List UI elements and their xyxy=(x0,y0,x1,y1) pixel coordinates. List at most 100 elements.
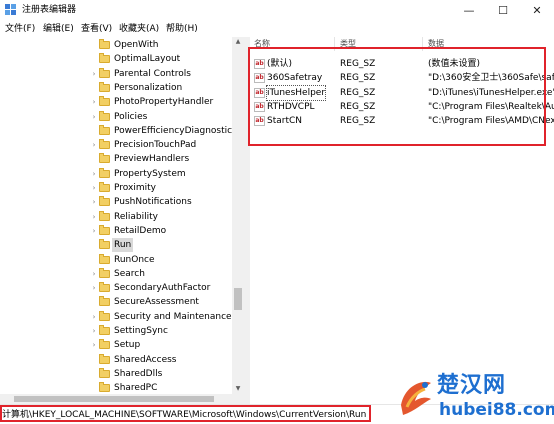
tree-item-label: RunOnce xyxy=(114,254,155,265)
registry-editor-icon xyxy=(5,4,16,15)
site-watermark: 楚汉网 hubei88.com xyxy=(395,373,554,424)
expand-chevron-icon[interactable]: › xyxy=(90,97,98,107)
tree-item-label: SettingSync xyxy=(114,326,168,336)
tree-item[interactable]: › Reliability xyxy=(0,210,232,224)
menu-edit[interactable]: 编辑(E) xyxy=(43,23,74,35)
value-data: "D:\iTunes\iTunesHelper.exe" xyxy=(428,87,554,98)
tree-item[interactable]: SecureAssessment xyxy=(0,295,232,309)
tree-item-label: Search xyxy=(114,268,145,279)
tree-item[interactable]: RunOnce xyxy=(0,253,232,267)
value-name: StartCN xyxy=(267,116,303,127)
tree-item-label: Parental Controls xyxy=(114,68,191,79)
expand-chevron-icon[interactable]: › xyxy=(90,283,98,293)
tree-vertical-scrollbar[interactable]: ▲ ▼ xyxy=(232,37,244,394)
tree-item[interactable]: › Proximity xyxy=(0,181,232,195)
menu-file[interactable]: 文件(F) xyxy=(5,23,35,35)
tree-item[interactable]: SharedAccess xyxy=(0,353,232,367)
column-header-type[interactable]: 类型 xyxy=(340,37,356,51)
expand-chevron-icon[interactable]: › xyxy=(90,326,98,336)
tree-scroll-thumb[interactable] xyxy=(234,288,242,310)
value-name: RTHDVCPL xyxy=(267,101,315,112)
value-name: 360Safetray xyxy=(267,73,323,84)
string-value-icon: ab xyxy=(254,116,265,127)
tree-item[interactable]: › RetailDemo xyxy=(0,224,232,238)
tree-item[interactable]: › Setup xyxy=(0,338,232,352)
tree-item-label: PushNotifications xyxy=(114,197,192,208)
tree-item-label: RetailDemo xyxy=(114,225,167,236)
minimize-button[interactable]: — xyxy=(452,0,486,21)
tree-item-label: Setup xyxy=(114,340,141,351)
column-header-name[interactable]: 名称 xyxy=(254,37,270,51)
value-row[interactable]: ab iTunesHelper REG_SZ "D:\iTunes\iTunesHel… xyxy=(250,84,554,101)
expand-chevron-icon[interactable]: › xyxy=(90,226,98,236)
tree-item[interactable]: OptimalLayout xyxy=(0,52,232,66)
tree-item[interactable]: › SecondaryAuthFactor xyxy=(0,281,232,295)
expand-chevron-icon[interactable]: › xyxy=(90,169,98,179)
tree-item-label: Security and Maintenance xyxy=(114,311,232,322)
column-divider[interactable] xyxy=(334,37,335,51)
expand-chevron-icon[interactable]: › xyxy=(90,112,98,122)
value-row[interactable]: ab (默认) REG_SZ (数值未设置) xyxy=(250,57,554,71)
tree-item[interactable]: › Search xyxy=(0,267,232,281)
tree-item[interactable]: PowerEfficiencyDiagnostics xyxy=(0,124,237,138)
value-row[interactable]: ab 360Safetray REG_SZ "D:\360安全卫士\360Safe\s… xyxy=(250,71,554,85)
tree-item[interactable]: OpenWith xyxy=(0,38,232,52)
tree-item[interactable]: Run xyxy=(0,238,232,253)
tree-item-label: PowerEfficiencyDiagnostics xyxy=(114,125,237,136)
expand-chevron-icon[interactable]: › xyxy=(90,340,98,350)
expand-chevron-icon[interactable]: › xyxy=(90,140,98,150)
folder-icon xyxy=(99,325,110,335)
horizontal-scroll-thumb[interactable] xyxy=(14,396,214,402)
watermark-domain: hubei88.com xyxy=(439,400,554,420)
folder-icon xyxy=(99,39,110,49)
value-data: "C:\Program Files\Realtek\Aud xyxy=(428,101,554,112)
tree-horizontal-scrollbar[interactable] xyxy=(0,394,244,404)
folder-icon xyxy=(99,110,110,121)
tree-item-label: SharedPC xyxy=(114,383,158,394)
tree-item-label: Proximity xyxy=(114,183,156,193)
registry-key-tree[interactable]: OpenWith OptimalLayout › Parental Controls P… xyxy=(0,37,244,394)
expand-chevron-icon[interactable]: › xyxy=(90,269,98,279)
expand-chevron-icon[interactable]: › xyxy=(90,197,98,207)
tree-item[interactable]: › PrecisionTouchPad xyxy=(0,138,232,152)
scroll-up-arrow-icon[interactable]: ▲ xyxy=(232,37,244,47)
tree-item-label: SecureAssessment xyxy=(114,297,199,308)
tree-item-label: PhotoPropertyHandler xyxy=(114,97,214,108)
tree-item[interactable]: SharedDlls xyxy=(0,367,232,381)
maximize-button[interactable]: ☐ xyxy=(486,0,520,21)
tree-item[interactable]: › Policies xyxy=(0,110,232,124)
expand-chevron-icon[interactable]: › xyxy=(90,69,98,79)
tree-item[interactable]: › PropertySystem xyxy=(0,167,232,181)
tree-item[interactable]: PreviewHandlers xyxy=(0,152,232,166)
tree-item[interactable]: › Security and Maintenance xyxy=(0,310,232,324)
close-button[interactable]: ✕ xyxy=(520,0,554,21)
expand-chevron-icon[interactable]: › xyxy=(90,312,98,322)
folder-icon xyxy=(99,310,110,321)
menu-view[interactable]: 查看(V) xyxy=(81,23,112,35)
folder-icon xyxy=(99,139,110,150)
scroll-down-arrow-icon[interactable]: ▼ xyxy=(232,384,244,394)
folder-icon xyxy=(99,53,110,64)
string-value-icon: ab xyxy=(254,73,265,84)
tree-item-label: PropertySystem xyxy=(114,168,186,179)
value-row[interactable]: ab StartCN REG_SZ "C:\Program Files\AMD\CNe… xyxy=(250,114,554,128)
tree-item[interactable]: SharedPC xyxy=(0,381,232,394)
expand-chevron-icon[interactable]: › xyxy=(90,212,98,222)
menu-favorites[interactable]: 收藏夹(A) xyxy=(119,23,159,35)
folder-icon xyxy=(99,96,110,107)
tree-item[interactable]: Personalization xyxy=(0,81,232,95)
folder-icon xyxy=(99,339,110,350)
value-type: REG_SZ xyxy=(340,87,376,98)
tree-item[interactable]: › Parental Controls xyxy=(0,67,232,81)
column-divider[interactable] xyxy=(422,37,423,51)
menu-help[interactable]: 帮助(H) xyxy=(166,23,198,35)
tree-item[interactable]: › PhotoPropertyHandler xyxy=(0,95,232,109)
expand-chevron-icon[interactable]: › xyxy=(90,183,98,193)
tree-item-label: SharedAccess xyxy=(114,354,177,365)
column-header-data[interactable]: 数据 xyxy=(428,37,444,51)
value-row[interactable]: ab RTHDVCPL REG_SZ "C:\Program Files\Realte… xyxy=(250,100,554,114)
tree-item[interactable]: › SettingSync xyxy=(0,324,232,338)
value-name: (默认) xyxy=(267,59,293,69)
tree-item[interactable]: › PushNotifications xyxy=(0,195,232,209)
tree-item-label: Policies xyxy=(114,111,148,122)
